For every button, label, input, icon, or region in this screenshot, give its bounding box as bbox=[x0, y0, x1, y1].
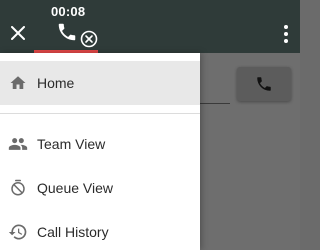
nav-item-home[interactable]: Home bbox=[0, 61, 200, 105]
kebab-dot bbox=[284, 25, 288, 29]
end-call-icon[interactable] bbox=[80, 30, 98, 48]
kebab-dot bbox=[284, 32, 288, 36]
nav-item-label: Queue View bbox=[37, 180, 114, 196]
drawer-divider bbox=[0, 113, 200, 114]
top-app-bar: 00:08 bbox=[0, 0, 300, 53]
nav-item-call-history[interactable]: Call History bbox=[0, 210, 200, 250]
nav-item-queue-view[interactable]: Queue View bbox=[0, 166, 200, 210]
dial-button[interactable] bbox=[237, 67, 291, 101]
nav-item-team-view[interactable]: Team View bbox=[0, 122, 200, 166]
kebab-dot bbox=[284, 39, 288, 43]
active-call-indicator[interactable] bbox=[54, 19, 100, 49]
people-icon bbox=[8, 134, 28, 154]
more-options-button[interactable] bbox=[280, 22, 292, 46]
input-underline bbox=[200, 103, 230, 104]
home-icon bbox=[8, 73, 28, 93]
nav-item-label: Home bbox=[37, 75, 75, 91]
queue-timer-icon bbox=[8, 178, 28, 198]
nav-item-label: Team View bbox=[37, 136, 106, 152]
close-button[interactable] bbox=[9, 24, 27, 42]
phone-icon bbox=[257, 77, 271, 91]
history-icon bbox=[8, 222, 28, 242]
call-timer: 00:08 bbox=[51, 4, 86, 19]
nav-item-label: Call History bbox=[37, 224, 109, 240]
phone-icon bbox=[58, 23, 76, 41]
navigation-drawer: Home Team View Queue View Call History bbox=[0, 53, 200, 250]
close-icon bbox=[11, 26, 25, 40]
